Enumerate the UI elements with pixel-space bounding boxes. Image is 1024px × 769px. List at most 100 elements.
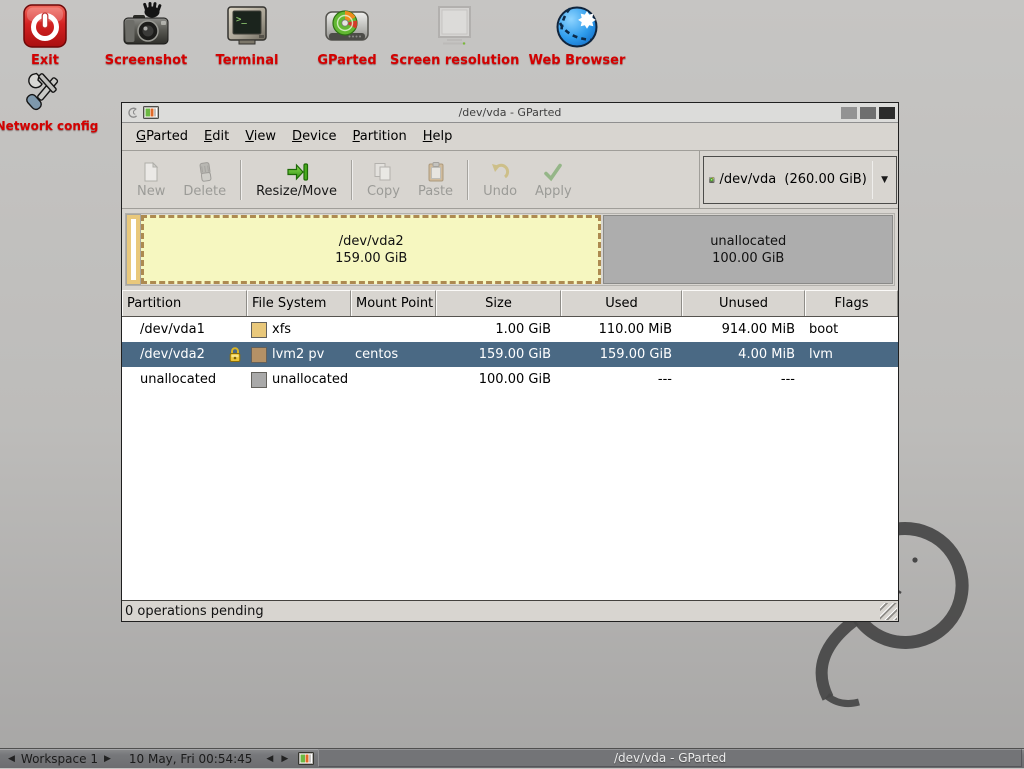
resize-move-icon <box>285 160 309 184</box>
task-app-icon[interactable] <box>298 752 314 766</box>
menu-edit[interactable]: Edit <box>196 126 237 147</box>
segment-size: 159.00 GiB <box>335 250 407 267</box>
fs-color-swatch <box>251 347 267 363</box>
workspace-prev-arrow[interactable]: ◀ <box>4 749 19 769</box>
toolbar-separator <box>467 160 469 200</box>
desktop-icon-label: Network config <box>0 119 99 133</box>
statusbar: 0 operations pending <box>122 600 898 621</box>
monitor-icon <box>390 2 518 50</box>
gparted-window: /dev/vda - GParted GParted Edit View Dev… <box>121 102 899 622</box>
copy-icon <box>371 160 395 184</box>
header-partition: Partition <box>122 290 247 316</box>
harddisk-icon <box>709 169 715 191</box>
menu-gparted[interactable]: GParted <box>128 126 196 147</box>
table-empty-area <box>122 392 898 600</box>
partition-visual-panel: /dev/vda2 159.00 GiB unallocated 100.00 … <box>122 209 898 290</box>
cell-partition: /dev/vda1 <box>122 317 247 342</box>
menubar: GParted Edit View Device Partition Help <box>122 123 898 151</box>
chevron-down-icon: ▼ <box>878 175 891 185</box>
desktop-icon-label: Screen resolution <box>390 53 518 68</box>
titlebar[interactable]: /dev/vda - GParted <box>122 103 898 123</box>
visual-segment-vda1[interactable] <box>127 215 140 284</box>
clock: 10 May, Fri 00:54:45 <box>129 752 253 766</box>
visual-segment-vda2-selected[interactable]: /dev/vda2 159.00 GiB <box>141 215 601 284</box>
exit-icon <box>9 2 81 50</box>
header-flags: Flags <box>805 290 898 316</box>
partition-table: /dev/vda1 xfs 1.00 GiB 110.00 MiB 914.00… <box>122 317 898 392</box>
new-button[interactable]: New <box>128 157 174 202</box>
tasklist-next-arrow[interactable]: ▶ <box>277 749 292 769</box>
taskbar: ◀ Workspace 1 ▶ 10 May, Fri 00:54:45 ◀ ▶… <box>0 748 1024 768</box>
header-size: Size <box>436 290 561 316</box>
delete-button[interactable]: Delete <box>174 157 235 202</box>
tasklist-prev-arrow[interactable]: ◀ <box>262 749 277 769</box>
cell-flags: lvm <box>805 342 898 367</box>
toolbar-separator <box>240 160 242 200</box>
toolbar-separator <box>351 160 353 200</box>
cell-mountpoint: centos <box>351 342 436 367</box>
lock-icon <box>228 346 242 363</box>
fs-color-swatch <box>251 322 267 338</box>
resize-grip[interactable] <box>880 603 897 620</box>
task-button-gparted[interactable]: /dev/vda - GParted <box>318 749 1022 767</box>
copy-button[interactable]: Copy <box>358 157 409 202</box>
table-row-unallocated[interactable]: unallocated unallocated 100.00 GiB --- -… <box>122 367 898 392</box>
undo-button[interactable]: Undo <box>474 157 526 202</box>
header-unused: Unused <box>682 290 805 316</box>
minimize-button[interactable] <box>841 107 857 119</box>
globe-icon <box>520 2 634 50</box>
combo-divider <box>872 161 873 199</box>
window-title: /dev/vda - GParted <box>122 106 898 119</box>
fs-color-swatch <box>251 372 267 388</box>
cell-flags <box>805 367 898 392</box>
gparted-drive-icon <box>305 2 389 50</box>
cell-partition: /dev/vda2 <box>122 342 247 367</box>
device-selector[interactable]: /dev/vda (260.00 GiB) ▼ <box>703 156 897 204</box>
workspace-label[interactable]: Workspace 1 <box>19 752 100 766</box>
desktop-icon-label: GParted <box>305 53 389 68</box>
menu-view[interactable]: View <box>237 126 284 147</box>
table-row-vda2-selected[interactable]: /dev/vda2 lvm2 pv centos 159.00 GiB 159.… <box>122 342 898 367</box>
cell-used: 159.00 GiB <box>561 342 682 367</box>
table-row-vda1[interactable]: /dev/vda1 xfs 1.00 GiB 110.00 MiB 914.00… <box>122 317 898 342</box>
menu-partition[interactable]: Partition <box>345 126 415 147</box>
close-button[interactable] <box>879 107 895 119</box>
cell-filesystem: xfs <box>247 317 351 342</box>
device-selector-label: /dev/vda (260.00 GiB) <box>720 172 867 187</box>
apply-button[interactable]: Apply <box>526 157 581 202</box>
menu-device[interactable]: Device <box>284 126 344 147</box>
maximize-button[interactable] <box>860 107 876 119</box>
new-partition-icon <box>139 160 163 184</box>
desktop-icon-label: Screenshot <box>100 53 192 68</box>
desktop-icon-web-browser[interactable]: Web Browser <box>520 2 634 68</box>
header-filesystem: File System <box>247 290 351 316</box>
resize-move-button[interactable]: Resize/Move <box>247 157 346 202</box>
segment-size: 100.00 GiB <box>712 250 784 267</box>
debian-swirl-icon <box>126 106 139 119</box>
cell-unused: 914.00 MiB <box>682 317 805 342</box>
segment-name: /dev/vda2 <box>339 233 404 250</box>
cell-filesystem: unallocated <box>247 367 351 392</box>
svg-text:>_: >_ <box>236 15 247 25</box>
pending-operations-text: 0 operations pending <box>125 604 264 619</box>
table-header: Partition File System Mount Point Size U… <box>122 290 898 317</box>
desktop-icon-screen-resolution[interactable]: Screen resolution <box>390 2 518 68</box>
desktop-icon-terminal[interactable]: >_ Terminal <box>205 2 289 68</box>
segment-name: unallocated <box>710 233 786 250</box>
paste-button[interactable]: Paste <box>409 157 462 202</box>
desktop-icon-label: Exit <box>9 53 81 68</box>
cell-unused: 4.00 MiB <box>682 342 805 367</box>
device-selector-frame: /dev/vda (260.00 GiB) ▼ <box>699 151 898 208</box>
desktop-icon-exit[interactable]: Exit <box>9 2 81 68</box>
cell-used: --- <box>561 367 682 392</box>
header-mountpoint: Mount Point <box>351 290 436 316</box>
workspace-next-arrow[interactable]: ▶ <box>100 749 115 769</box>
desktop-icon-screenshot[interactable]: Screenshot <box>100 2 192 68</box>
desktop-icon-gparted[interactable]: GParted <box>305 2 389 68</box>
apply-icon <box>541 160 565 184</box>
gparted-window-icon <box>143 106 159 120</box>
menu-help[interactable]: Help <box>415 126 461 147</box>
tools-icon <box>0 68 99 116</box>
desktop-icon-network-config[interactable]: Network config <box>0 68 99 133</box>
visual-segment-unallocated[interactable]: unallocated 100.00 GiB <box>603 215 893 284</box>
